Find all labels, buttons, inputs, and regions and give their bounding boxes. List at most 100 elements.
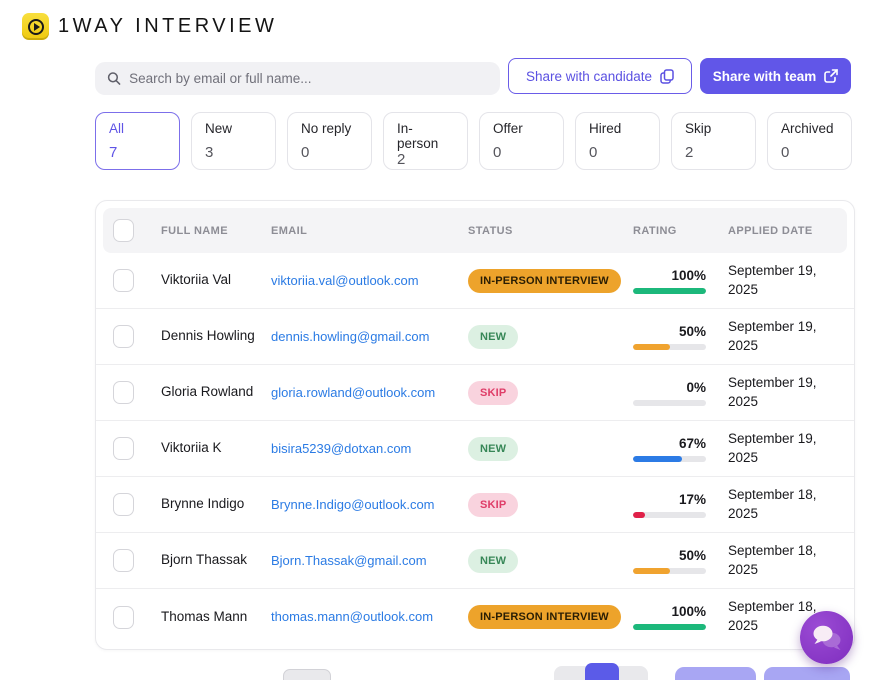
- candidate-name: Dennis Howling: [161, 327, 257, 346]
- tab-count: 0: [781, 144, 838, 161]
- rating-percent: 100%: [633, 604, 706, 619]
- rating-percent: 50%: [633, 324, 706, 339]
- row-checkbox[interactable]: [113, 549, 134, 572]
- status-badge: NEW: [468, 325, 518, 349]
- status-badge: NEW: [468, 549, 518, 573]
- rating-percent: 17%: [633, 492, 706, 507]
- tab-label: New: [205, 121, 262, 136]
- table-row[interactable]: Bjorn Thassak Bjorn.Thassak@gmail.com NE…: [96, 533, 854, 589]
- candidate-name: Viktoriia Val: [161, 271, 257, 290]
- applied-date: September 18, 2025: [728, 542, 840, 580]
- tab-count: 0: [493, 144, 550, 161]
- tab-hired[interactable]: Hired 0: [575, 112, 660, 170]
- tab-archived[interactable]: Archived 0: [767, 112, 852, 170]
- chat-bubbles-icon: [811, 623, 843, 653]
- candidate-name: Bjorn Thassak: [161, 551, 257, 570]
- candidate-name: Thomas Mann: [161, 608, 257, 627]
- search-input[interactable]: [129, 71, 488, 86]
- tab-label: Skip: [685, 121, 742, 136]
- tab-in-person[interactable]: In-person 2: [383, 112, 468, 170]
- rating-percent: 0%: [633, 380, 706, 395]
- tab-count: 0: [301, 144, 358, 161]
- status-badge: IN-PERSON INTERVIEW: [468, 605, 621, 629]
- applied-date: September 19, 2025: [728, 374, 840, 412]
- candidate-email-link[interactable]: Brynne.Indigo@outlook.com: [271, 497, 435, 512]
- row-checkbox[interactable]: [113, 325, 134, 348]
- brand: 1WAY INTERVIEW: [22, 13, 277, 40]
- rating-bar: [633, 512, 706, 518]
- share-with-team-button[interactable]: Share with team: [700, 58, 851, 94]
- page: 1WAY INTERVIEW Share with candidate Shar…: [0, 0, 891, 680]
- status-badge: IN-PERSON INTERVIEW: [468, 269, 621, 293]
- row-checkbox[interactable]: [113, 381, 134, 404]
- applied-date: September 19, 2025: [728, 262, 840, 300]
- bottom-action-button-partial[interactable]: [675, 667, 756, 680]
- rating-bar: [633, 344, 706, 350]
- column-header-full-name: FULL NAME: [161, 225, 257, 237]
- column-header-rating: RATING: [633, 225, 706, 237]
- row-checkbox[interactable]: [113, 606, 134, 629]
- row-checkbox[interactable]: [113, 437, 134, 460]
- table-row[interactable]: Brynne Indigo Brynne.Indigo@outlook.com …: [96, 477, 854, 533]
- tab-label: Archived: [781, 121, 838, 136]
- candidates-table: FULL NAME EMAIL STATUS RATING APPLIED DA…: [95, 200, 855, 650]
- play-icon: [28, 19, 44, 35]
- candidate-email-link[interactable]: viktoriia.val@outlook.com: [271, 273, 419, 288]
- tab-label: In-person: [397, 121, 454, 151]
- column-header-status: STATUS: [468, 225, 628, 237]
- rating-bar: [633, 400, 706, 406]
- tab-label: No reply: [301, 121, 358, 136]
- row-checkbox[interactable]: [113, 269, 134, 292]
- table-row[interactable]: Dennis Howling dennis.howling@gmail.com …: [96, 309, 854, 365]
- candidate-email-link[interactable]: gloria.rowland@outlook.com: [271, 385, 435, 400]
- app-title: 1WAY INTERVIEW: [58, 15, 277, 38]
- pagination-current-page-partial[interactable]: [585, 663, 619, 680]
- share-with-team-label: Share with team: [713, 69, 817, 84]
- tab-skip[interactable]: Skip 2: [671, 112, 756, 170]
- rating-percent: 100%: [633, 268, 706, 283]
- table-row[interactable]: Viktoriia Val viktoriia.val@outlook.com …: [96, 253, 854, 309]
- tab-count: 2: [685, 144, 742, 161]
- candidate-name: Viktoriia K: [161, 439, 257, 458]
- share-with-candidate-button[interactable]: Share with candidate: [508, 58, 692, 94]
- candidate-email-link[interactable]: dennis.howling@gmail.com: [271, 329, 429, 344]
- rating-bar: [633, 624, 706, 630]
- filter-tabs: All 7 New 3 No reply 0 In-person 2 Offer…: [95, 112, 852, 170]
- copy-icon: [660, 69, 674, 84]
- table-row[interactable]: Viktoriia K bisira5239@dotxan.com NEW 67…: [96, 421, 854, 477]
- applied-date: September 19, 2025: [728, 430, 840, 468]
- bottom-button-partial[interactable]: [283, 669, 331, 680]
- table-row[interactable]: Gloria Rowland gloria.rowland@outlook.co…: [96, 365, 854, 421]
- search-icon: [107, 71, 121, 86]
- candidate-email-link[interactable]: bisira5239@dotxan.com: [271, 441, 411, 456]
- candidate-email-link[interactable]: thomas.mann@outlook.com: [271, 609, 433, 624]
- bottom-action-button-partial[interactable]: [764, 667, 850, 680]
- tab-label: Hired: [589, 121, 646, 136]
- tab-new[interactable]: New 3: [191, 112, 276, 170]
- candidate-email-link[interactable]: Bjorn.Thassak@gmail.com: [271, 553, 427, 568]
- tab-count: 0: [589, 144, 646, 161]
- rating-percent: 50%: [633, 548, 706, 563]
- select-all-checkbox[interactable]: [113, 219, 134, 242]
- table-row[interactable]: Thomas Mann thomas.mann@outlook.com IN-P…: [96, 589, 854, 645]
- tab-count: 3: [205, 144, 262, 161]
- candidate-name: Brynne Indigo: [161, 495, 257, 514]
- candidate-name: Gloria Rowland: [161, 383, 257, 402]
- pagination-partial[interactable]: [554, 666, 648, 680]
- tab-all[interactable]: All 7: [95, 112, 180, 170]
- tab-label: All: [109, 121, 166, 136]
- status-badge: SKIP: [468, 493, 518, 517]
- applied-date: September 19, 2025: [728, 318, 840, 356]
- app-logo-icon: [22, 13, 49, 40]
- rating-bar: [633, 288, 706, 294]
- rating-bar: [633, 456, 706, 462]
- rating-percent: 67%: [633, 436, 706, 451]
- row-checkbox[interactable]: [113, 493, 134, 516]
- tab-offer[interactable]: Offer 0: [479, 112, 564, 170]
- chat-widget-button[interactable]: [800, 611, 853, 664]
- applied-date: September 18, 2025: [728, 486, 840, 524]
- tab-count: 2: [397, 151, 454, 168]
- status-badge: NEW: [468, 437, 518, 461]
- tab-no-reply[interactable]: No reply 0: [287, 112, 372, 170]
- search-bar[interactable]: [95, 62, 500, 95]
